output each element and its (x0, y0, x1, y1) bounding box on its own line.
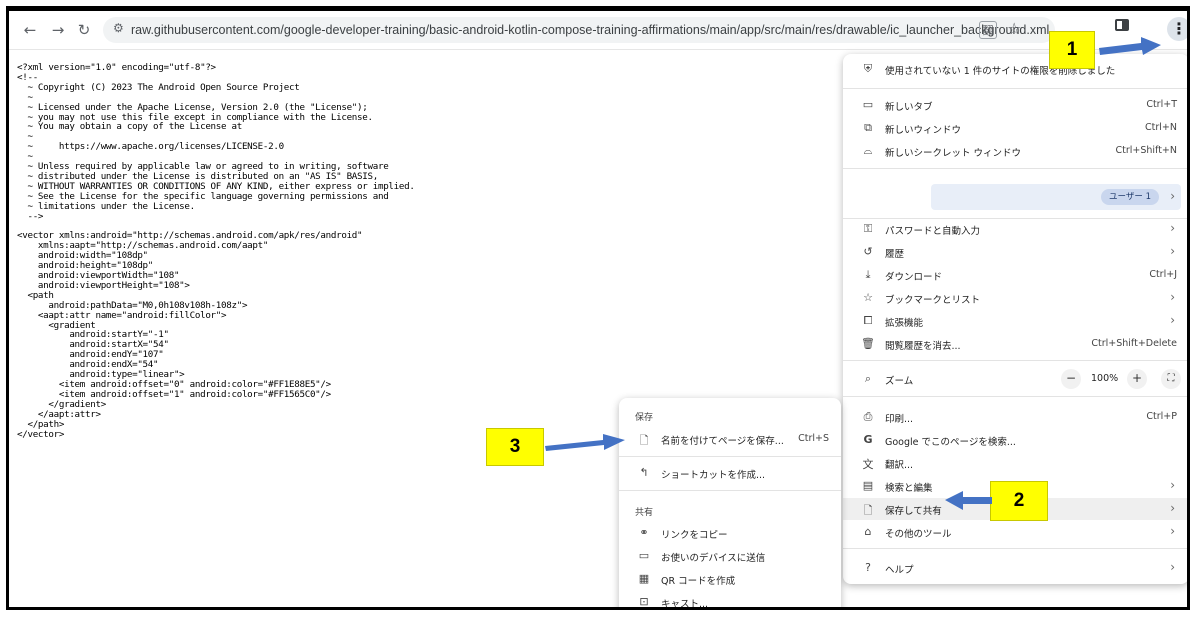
code-line: </vector> (17, 428, 65, 440)
star-icon: ☆ (863, 291, 873, 304)
code-line: ~ Copyright (C) 2023 The Android Open So… (17, 81, 300, 93)
reload-button[interactable]: ↻ (73, 19, 95, 41)
arrow-1 (1099, 37, 1161, 55)
chevron-right-icon: › (1170, 313, 1175, 327)
download-icon: ⤓ (865, 268, 871, 281)
chevron-right-icon: › (1170, 290, 1175, 304)
menu-item-save-page[interactable]: 🗋 名前を付けてページを保存... Ctrl+S (619, 428, 841, 450)
zoom-out-button[interactable]: − (1061, 369, 1081, 389)
address-bar[interactable]: ⚙ raw.githubusercontent.com/google-devel… (103, 17, 1055, 43)
key-icon: ⚿ (863, 222, 873, 235)
xml-source-content: <?xml version="1.0" encoding="utf-8"?> <!… (17, 63, 415, 439)
incognito-icon: ⌓ (863, 144, 873, 157)
qr-code-icon: ▦ (638, 572, 650, 585)
menu-item-new-tab[interactable]: ▭ 新しいタブ Ctrl+T (843, 94, 1187, 116)
save-section-title: 保存 (635, 413, 654, 423)
menu-item-zoom: ⌕ ズーム − 100% + ⛶ (843, 368, 1187, 390)
code-line: --> (17, 210, 44, 222)
menu-item-extensions[interactable]: ⧠ 拡張機能 › (843, 310, 1187, 332)
menu-item-clear-data[interactable]: 🗑 閲覧履歴を消去... Ctrl+Shift+Delete (843, 333, 1187, 355)
zoom-icon: ⌕ (864, 372, 872, 385)
menu-item-bookmarks[interactable]: ☆ ブックマークとリスト › (843, 287, 1187, 309)
code-line: </aapt:attr> (17, 408, 101, 420)
menu-item-send-devices[interactable]: ▭ お使いのデバイスに送信 (619, 545, 841, 567)
chevron-right-icon: › (1170, 478, 1175, 492)
profile-pill[interactable]: ユーザー 1 › (931, 184, 1181, 210)
menu-item-downloads[interactable]: ⤓ ダウンロード Ctrl+J (843, 264, 1187, 286)
new-tab-icon: ▭ (862, 98, 874, 111)
code-line: <?xml version="1.0" encoding="utf-8"?> (17, 62, 216, 73)
profile-user-chip: ユーザー 1 (1101, 189, 1159, 205)
code-line: ~ https://www.apache.org/licenses/LICENS… (17, 141, 284, 153)
toolbox-icon: ⌂ (864, 525, 872, 538)
save-page-icon: 🗋 (639, 434, 649, 447)
code-line: ~ You may obtain a copy of the License a… (17, 121, 242, 133)
shield-icon: ⛨ (863, 62, 873, 75)
menu-item-qr-code[interactable]: ▦ QR コードを作成 (619, 568, 841, 590)
browser-window: ← → ↻ ⚙ raw.githubusercontent.com/google… (6, 6, 1190, 610)
translate-icon[interactable]: 翻 (979, 21, 997, 39)
code-line: ~ limitations under the License. (17, 200, 195, 212)
menu-item-cast[interactable]: ⊡ キャスト... (619, 591, 841, 608)
shortcut-icon: ↰ (639, 466, 649, 479)
help-icon: ? (865, 561, 871, 574)
new-window-icon: ⧉ (864, 121, 872, 134)
forward-button[interactable]: → (47, 19, 69, 41)
menu-item-incognito[interactable]: ⌓ 新しいシークレット ウィンドウ Ctrl+Shift+N (843, 140, 1187, 162)
profile-row[interactable]: ユーザー 1 › (843, 182, 1187, 214)
chevron-right-icon: › (1170, 524, 1175, 538)
link-icon: ⚭ (639, 526, 649, 539)
history-icon: ↺ (863, 245, 873, 258)
menu-item-help[interactable]: ? ヘルプ › (843, 557, 1187, 579)
menu-item-google-search[interactable]: G Google でこのページを検索... (843, 429, 1187, 451)
menu-item-passwords[interactable]: ⚿ パスワードと自動入力 › (843, 218, 1187, 240)
code-line: </path> (17, 418, 65, 430)
print-icon: ⎙ (863, 410, 873, 423)
devices-icon: ▭ (638, 549, 650, 562)
arrow-2 (945, 491, 992, 510)
cast-icon: ⊡ (639, 595, 649, 608)
chevron-right-icon: › (1170, 221, 1175, 235)
save-share-submenu: 保存 🗋 名前を付けてページを保存... Ctrl+S ↰ ショートカットを作成… (619, 398, 841, 608)
callout-1: 1 (1049, 31, 1095, 69)
side-panel-icon[interactable] (1115, 19, 1129, 31)
site-info-icon[interactable]: ⚙ (113, 21, 124, 35)
translate-icon: 文 (862, 458, 874, 471)
google-icon: G (863, 433, 873, 446)
menu-item-history[interactable]: ↺ 履歴 › (843, 241, 1187, 263)
fullscreen-icon[interactable]: ⛶ (1161, 369, 1181, 389)
trash-icon: 🗑 (861, 337, 875, 350)
zoom-level: 100% (1091, 373, 1119, 384)
back-button[interactable]: ← (19, 19, 41, 41)
zoom-in-button[interactable]: + (1127, 369, 1147, 389)
chevron-right-icon: › (1170, 189, 1175, 203)
menu-item-translate[interactable]: 文 翻訳... (843, 452, 1187, 474)
find-edit-icon: ▤ (862, 479, 874, 492)
puzzle-icon: ⧠ (863, 314, 873, 327)
chevron-right-icon: › (1170, 244, 1175, 258)
code-line: android:viewportHeight="108"> (17, 279, 190, 291)
menu-item-print[interactable]: ⎙ 印刷... Ctrl+P (843, 406, 1187, 428)
menu-item-remove-permissions[interactable]: ⛨ 使用されていない 1 件のサイトの権限を削除しました (843, 58, 1187, 80)
chrome-menu-button[interactable]: ⋮ (1167, 17, 1187, 41)
callout-3: 3 (486, 428, 544, 466)
arrow-3 (545, 434, 625, 451)
menu-item-more-tools[interactable]: ⌂ その他のツール › (843, 521, 1187, 543)
share-section-title: 共有 (635, 508, 654, 518)
browser-toolbar: ← → ↻ ⚙ raw.githubusercontent.com/google… (9, 11, 1187, 50)
callout-2: 2 (990, 481, 1048, 521)
url-text[interactable]: raw.githubusercontent.com/google-develop… (131, 17, 1049, 43)
chevron-right-icon: › (1170, 501, 1175, 515)
menu-item-copy-link[interactable]: ⚭ リンクをコピー (619, 522, 841, 544)
bookmark-star-icon[interactable]: ☆ (1007, 19, 1021, 38)
menu-item-new-window[interactable]: ⧉ 新しいウィンドウ Ctrl+N (843, 117, 1187, 139)
chevron-right-icon: › (1170, 560, 1175, 574)
save-page-icon: 🗋 (863, 504, 873, 517)
menu-item-create-shortcut[interactable]: ↰ ショートカットを作成... (619, 462, 841, 484)
